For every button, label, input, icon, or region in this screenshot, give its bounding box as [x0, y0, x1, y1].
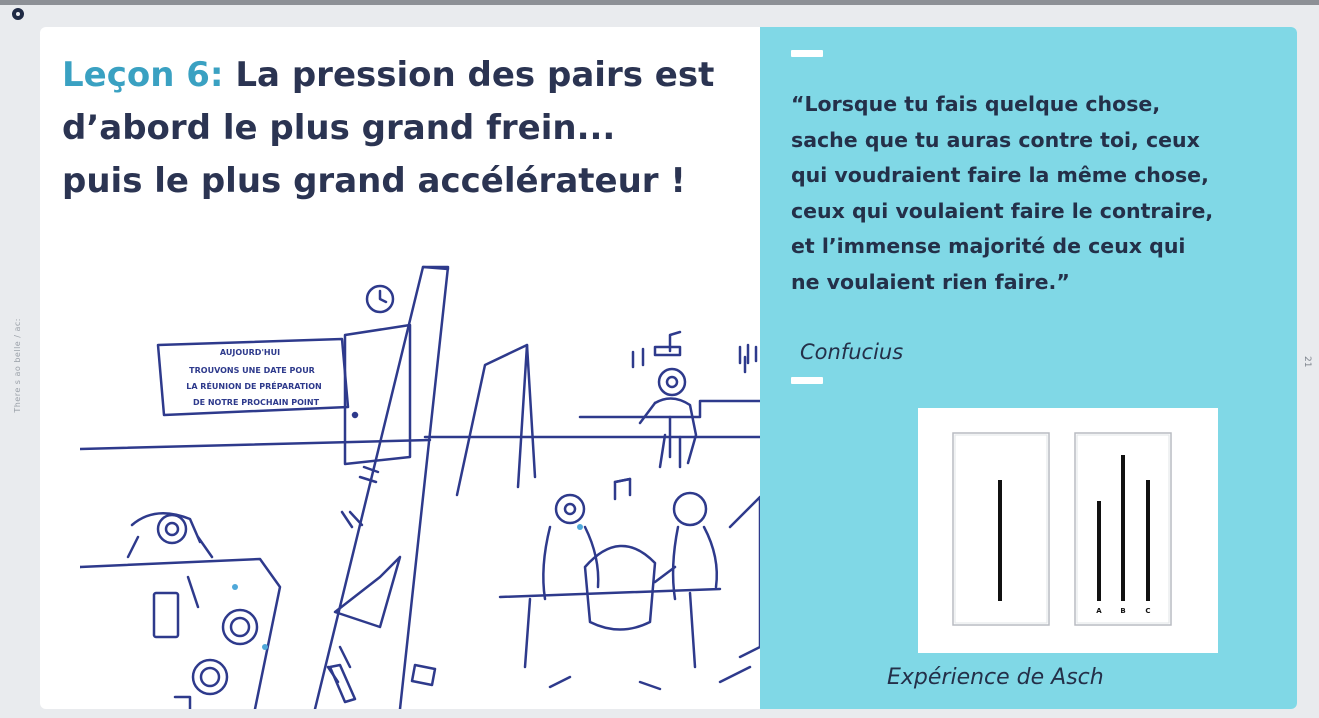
quote-line-1: “Lorsque tu fais quelque chose, — [791, 92, 1161, 116]
reference-card — [952, 432, 1050, 626]
sign-line-1: AUJOURD'HUI — [220, 348, 280, 357]
quote-line-2: sache que tu auras contre toi, ceux — [791, 127, 1200, 152]
asch-lines-diagram: A B C — [952, 432, 1172, 626]
slide-title: Leçon 6: La pression des pairs est d’abo… — [62, 49, 714, 208]
asch-caption: Expérience de Asch — [887, 665, 1104, 690]
top-bar — [0, 0, 1319, 5]
comparison-card: A B C — [1074, 432, 1172, 626]
lesson-label: Leçon 6: — [62, 55, 224, 95]
quote-line-3: qui voudraient faire la même chose, — [791, 163, 1209, 187]
slide: Leçon 6: La pression des pairs est d’abo… — [40, 27, 1297, 709]
quote-line-5: et l’immense majorité de ceux qui — [791, 234, 1186, 258]
title-line-3: puis le plus grand accélérateur ! — [62, 161, 686, 201]
quote-line-6: ne voulaient rien faire.” — [791, 269, 1070, 294]
line-label-c: C — [1145, 607, 1150, 615]
sign-line-4: DE NOTRE PROCHAIN POINT — [193, 398, 320, 407]
sign-line-3: LA RÉUNION DE PRÉPARATION — [186, 380, 322, 391]
line-label-b: B — [1120, 607, 1125, 615]
quote-author: Confucius — [800, 340, 904, 364]
divider-bottom — [791, 377, 823, 384]
title-line-2: d’abord le plus grand frein... — [62, 108, 616, 148]
line-label-a: A — [1096, 607, 1102, 615]
app-logo-icon — [12, 8, 24, 20]
asch-figure: A B C — [918, 408, 1218, 653]
quote-panel: “Lorsque tu fais quelque chose, sache qu… — [760, 27, 1297, 709]
office-illustration: AUJOURD'HUI TROUVONS UNE DATE POUR LA RÉ… — [80, 265, 760, 709]
quote-line-4: ceux qui voulaient faire le contraire, — [791, 198, 1214, 223]
title-line-1: La pression des pairs est — [235, 55, 715, 95]
side-caption: There s ao belle / ac: — [13, 318, 22, 413]
confucius-quote: “Lorsque tu fais quelque chose, sache qu… — [791, 87, 1281, 300]
sign-line-2: TROUVONS UNE DATE POUR — [189, 366, 315, 375]
page-number: 21 — [1302, 356, 1312, 368]
divider-top — [791, 50, 823, 57]
